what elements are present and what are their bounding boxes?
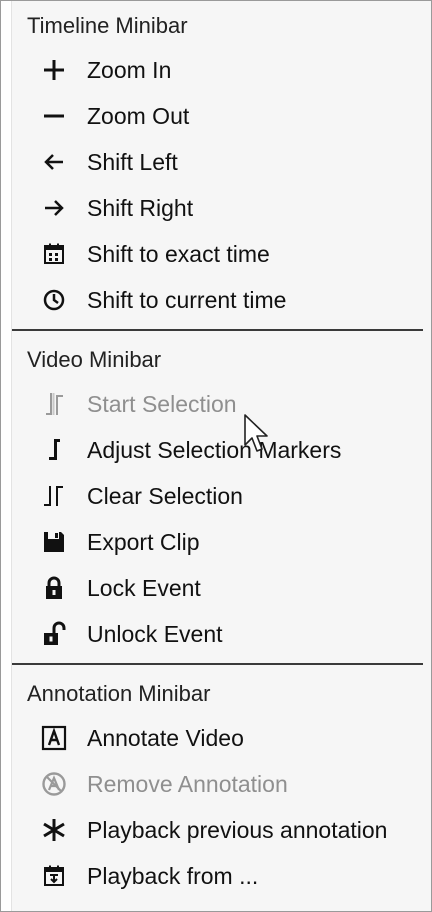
menu-separator: [11, 663, 423, 665]
section-header: Video Minibar: [27, 347, 162, 372]
menu-item-label: Export Clip: [87, 528, 200, 555]
menu-item-unlock-event[interactable]: Unlock Event: [1, 611, 431, 657]
arrow-right-icon: [39, 193, 69, 223]
clock-icon: [39, 285, 69, 315]
section-header: Annotation Minibar: [27, 681, 211, 706]
menu-item-adjust-selection-markers[interactable]: Adjust Selection Markers: [1, 427, 431, 473]
menu-item-clear-selection[interactable]: Clear Selection: [1, 473, 431, 519]
menu-item-label: Shift Right: [87, 194, 194, 221]
section-header: Timeline Minibar: [27, 13, 188, 38]
menu-item-shift-left[interactable]: Shift Left: [1, 139, 431, 185]
menu-item-label: Zoom Out: [87, 102, 190, 129]
menu-item-export-clip[interactable]: Export Clip: [1, 519, 431, 565]
menu-item-label: Adjust Selection Markers: [87, 436, 342, 463]
adjust-marker-icon: [39, 435, 69, 465]
unlock-icon: [39, 619, 69, 649]
menu-item-label: Zoom In: [87, 56, 172, 83]
calendar-playback-icon: [39, 861, 69, 891]
minus-icon: [39, 101, 69, 131]
menu-item-label: Lock Event: [87, 574, 201, 601]
annotate-a-icon: [39, 723, 69, 753]
menu-item-zoom-in[interactable]: Zoom In: [1, 47, 431, 93]
clear-selection-icon: [39, 481, 69, 511]
menu-separator: [11, 329, 423, 331]
menu-item-remove-annotation[interactable]: Remove Annotation: [1, 761, 431, 807]
menu-item-label: Start Selection: [87, 390, 237, 417]
menu-item-shift-exact-time[interactable]: Shift to exact time: [1, 231, 431, 277]
menu-item-label: Playback from ...: [87, 862, 259, 889]
timeline-minibar-section: Timeline Minibar Zoom In Zoom Out Shift …: [1, 1, 431, 323]
lock-icon: [39, 573, 69, 603]
asterisk-icon: [39, 815, 69, 845]
arrow-left-icon: [39, 147, 69, 177]
start-selection-icon: [39, 389, 69, 419]
video-minibar-section: Video Minibar Start Selection Adjust Sel…: [1, 335, 431, 657]
menu-item-label: Shift to exact time: [87, 240, 270, 267]
menu-item-shift-current-time[interactable]: Shift to current time: [1, 277, 431, 323]
remove-annotation-icon: [39, 769, 69, 799]
menu-item-label: Unlock Event: [87, 620, 223, 647]
menu-item-shift-right[interactable]: Shift Right: [1, 185, 431, 231]
context-menu: Timeline Minibar Zoom In Zoom Out Shift …: [0, 0, 432, 912]
menu-item-playback-from[interactable]: Playback from ...: [1, 853, 431, 899]
annotation-minibar-section: Annotation Minibar Annotate Video Remove…: [1, 669, 431, 899]
menu-item-playback-previous-annotation[interactable]: Playback previous annotation: [1, 807, 431, 853]
menu-item-label: Clear Selection: [87, 482, 243, 509]
menu-item-label: Remove Annotation: [87, 770, 288, 797]
menu-item-start-selection[interactable]: Start Selection: [1, 381, 431, 427]
menu-item-label: Annotate Video: [87, 724, 244, 751]
menu-item-annotate-video[interactable]: Annotate Video: [1, 715, 431, 761]
menu-item-label: Playback previous annotation: [87, 816, 388, 843]
menu-item-label: Shift to current time: [87, 286, 287, 313]
menu-item-label: Shift Left: [87, 148, 178, 175]
menu-item-zoom-out[interactable]: Zoom Out: [1, 93, 431, 139]
save-disk-icon: [39, 527, 69, 557]
menu-item-lock-event[interactable]: Lock Event: [1, 565, 431, 611]
plus-icon: [39, 55, 69, 85]
calendar-icon: [39, 239, 69, 269]
